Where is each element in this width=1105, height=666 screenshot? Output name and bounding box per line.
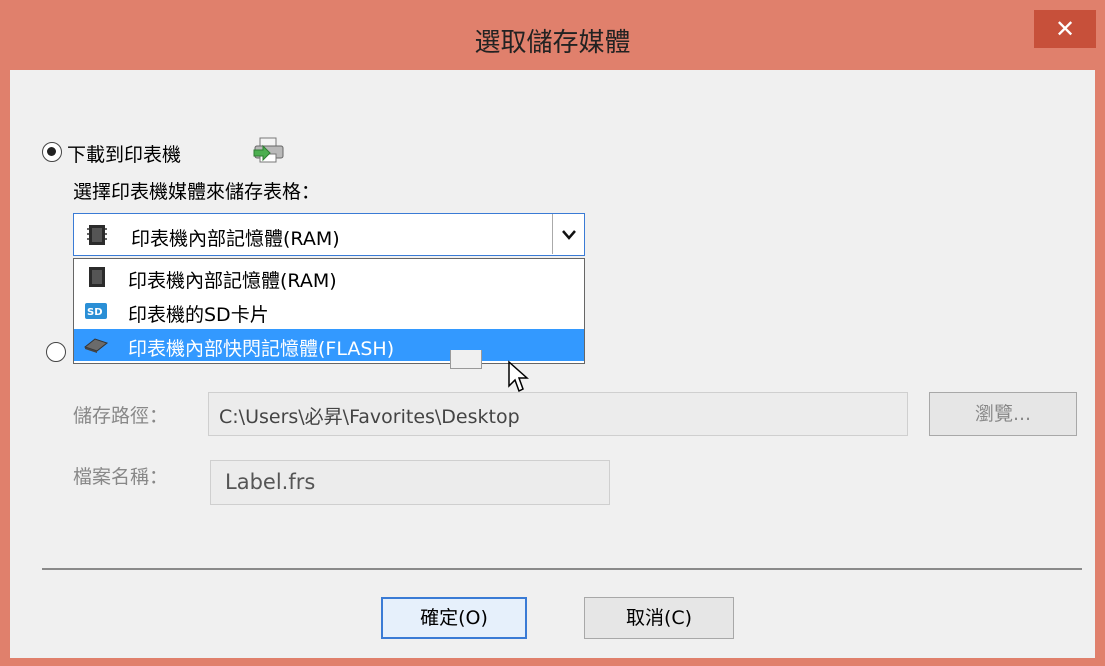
dropdown-option-label: 印表機內部快閃記憶體(FLASH) bbox=[128, 338, 395, 360]
dropdown-option-ram[interactable]: 印表機內部記憶體(RAM) bbox=[74, 261, 584, 293]
dropdown-option-label: 印表機的SD卡片 bbox=[128, 304, 269, 326]
file-name-field: Label.frs bbox=[210, 460, 610, 505]
printer-icon bbox=[252, 136, 286, 166]
flash-drive-icon bbox=[83, 335, 109, 359]
file-name-label: 檔案名稱： bbox=[73, 466, 169, 488]
download-to-printer-label[interactable]: 下載到印表機 bbox=[67, 140, 181, 167]
dialog-client-area: 下載到印表機 選擇印表機媒體來儲存表格： 印表機內部記憶體(RAM) 印表機內部… bbox=[10, 70, 1095, 658]
media-select[interactable]: 印表機內部記憶體(RAM) bbox=[73, 213, 585, 256]
download-to-printer-radio[interactable] bbox=[42, 142, 62, 162]
radio-selected-dot bbox=[47, 147, 56, 156]
mouse-cursor-icon bbox=[507, 360, 529, 394]
close-button[interactable]: ✕ bbox=[1034, 10, 1096, 48]
save-path-field: C:\Users\必昇\Favorites\Desktop bbox=[208, 392, 908, 436]
dialog-title: 選取儲存媒體 bbox=[474, 28, 631, 58]
dropdown-option-sd[interactable]: SD 印表機的SD卡片 bbox=[74, 295, 584, 327]
dialog-window: 選取儲存媒體 ✕ 下載到印表機 選擇印表機媒體來儲存表格： 印表機內部記憶體(R… bbox=[0, 0, 1105, 666]
save-path-label: 儲存路徑： bbox=[73, 405, 169, 427]
svg-text:SD: SD bbox=[87, 307, 103, 318]
chevron-down-icon[interactable] bbox=[552, 214, 584, 254]
sd-card-icon: SD bbox=[84, 300, 108, 326]
memory-chip-icon bbox=[86, 266, 108, 292]
browse-button: 瀏覽... bbox=[929, 392, 1077, 436]
dropdown-option-label: 印表機內部記憶體(RAM) bbox=[128, 270, 337, 292]
cancel-button[interactable]: 取消(C) bbox=[584, 597, 734, 639]
media-select-value: 印表機內部記憶體(RAM) bbox=[131, 228, 340, 250]
title-bar[interactable]: 選取儲存媒體 ✕ bbox=[0, 0, 1105, 70]
dropdown-option-flash[interactable]: 印表機內部快閃記憶體(FLASH) bbox=[74, 329, 584, 361]
file-name-value: Label.frs bbox=[225, 470, 316, 494]
ok-button[interactable]: 確定(O) bbox=[381, 597, 527, 639]
memory-chip-icon bbox=[86, 224, 108, 246]
media-dropdown-list: 印表機內部記憶體(RAM) SD 印表機的SD卡片 印表機內部快閃記憶體(FLA… bbox=[73, 258, 585, 364]
partially-hidden-icon bbox=[450, 350, 482, 369]
bottom-separator bbox=[42, 568, 1082, 570]
save-to-file-radio[interactable] bbox=[46, 342, 66, 362]
media-prompt-label: 選擇印表機媒體來儲存表格： bbox=[73, 181, 321, 203]
save-path-value: C:\Users\必昇\Favorites\Desktop bbox=[219, 406, 520, 428]
